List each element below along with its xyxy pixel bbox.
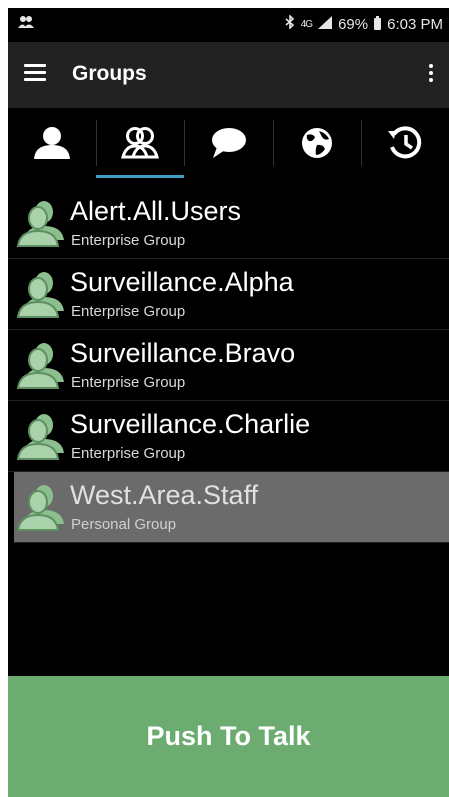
list-item[interactable]: Surveillance.Alpha Enterprise Group xyxy=(8,259,449,330)
battery-icon xyxy=(374,16,382,30)
group-icon xyxy=(16,340,68,390)
hamburger-menu-icon[interactable] xyxy=(24,64,46,82)
chat-icon xyxy=(209,125,249,166)
list-item-selected[interactable]: West.Area.Staff Personal Group xyxy=(14,472,449,543)
overflow-menu-icon[interactable] xyxy=(429,64,435,85)
tab-messages[interactable] xyxy=(184,108,272,182)
group-icon xyxy=(16,411,68,461)
clock: 6:03 PM xyxy=(387,15,443,33)
contact-icon xyxy=(32,125,72,166)
group-icon xyxy=(16,269,68,319)
group-name: Alert.All.Users xyxy=(70,196,242,226)
group-name: Surveillance.Alpha xyxy=(70,267,294,297)
network-type: 4G xyxy=(300,18,313,30)
signal-icon xyxy=(318,15,333,33)
group-notification-icon xyxy=(18,15,34,33)
globe-icon xyxy=(297,125,337,166)
group-type: Enterprise Group xyxy=(71,303,186,320)
group-type: Enterprise Group xyxy=(71,374,186,391)
battery-percent: 69% xyxy=(338,15,369,33)
history-icon xyxy=(385,125,425,166)
phone-screen: 4G 69% 6:03 PM Groups Alert.All.Users En… xyxy=(8,8,449,797)
group-name: Surveillance.Bravo xyxy=(70,338,296,368)
list-item[interactable]: Surveillance.Bravo Enterprise Group xyxy=(8,330,449,401)
group-type: Enterprise Group xyxy=(71,232,186,249)
status-bar: 4G 69% 6:03 PM xyxy=(8,8,449,40)
page-title: Groups xyxy=(72,62,147,85)
group-icon xyxy=(16,198,68,248)
tab-bar xyxy=(8,108,449,182)
bluetooth-icon xyxy=(285,14,295,33)
groups-icon xyxy=(120,125,160,166)
group-list: Alert.All.Users Enterprise Group Surveil… xyxy=(8,188,449,543)
tab-groups[interactable] xyxy=(96,108,185,182)
group-icon xyxy=(16,482,68,532)
list-item[interactable]: Surveillance.Charlie Enterprise Group xyxy=(8,401,449,472)
group-name: West.Area.Staff xyxy=(70,480,259,510)
tab-history[interactable] xyxy=(360,108,449,182)
tab-contacts[interactable] xyxy=(8,108,96,182)
status-right: 4G 69% 6:03 PM xyxy=(285,14,443,33)
tab-map[interactable] xyxy=(272,108,361,182)
push-to-talk-button[interactable]: Push To Talk xyxy=(8,676,449,797)
push-to-talk-label: Push To Talk xyxy=(146,721,311,751)
group-name: Surveillance.Charlie xyxy=(70,409,311,439)
list-item[interactable]: Alert.All.Users Enterprise Group xyxy=(8,188,449,259)
group-type: Personal Group xyxy=(71,516,177,533)
group-type: Enterprise Group xyxy=(71,445,186,462)
app-bar: Groups xyxy=(8,42,449,108)
